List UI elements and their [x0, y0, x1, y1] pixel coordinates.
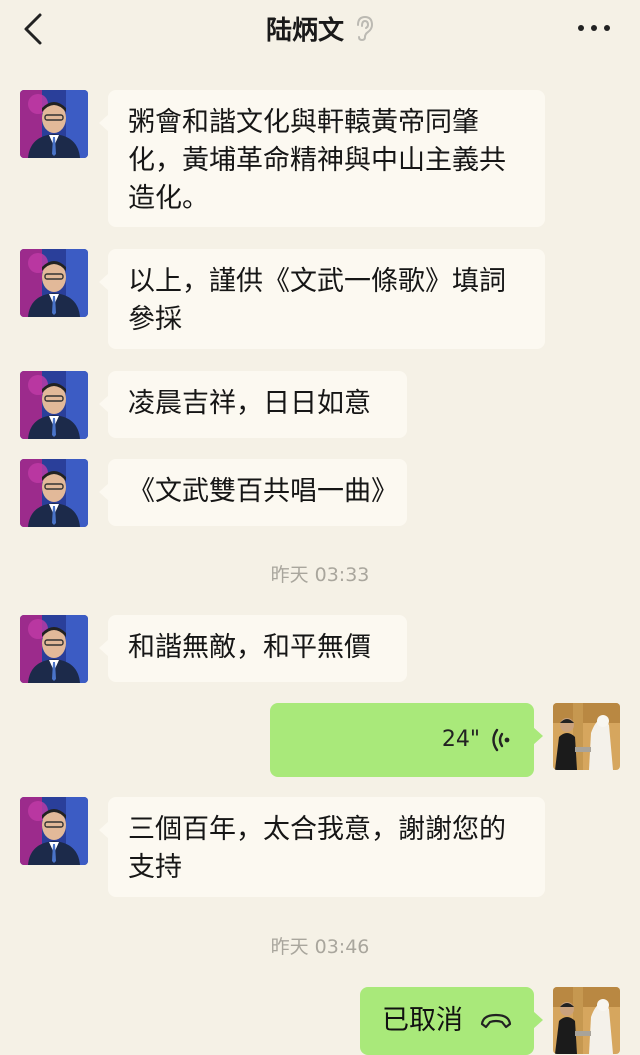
message-text: 三個百年，太合我意，謝謝您的支持: [128, 814, 506, 883]
message-text: 凌晨吉祥，日日如意: [128, 388, 371, 419]
chat-header: 陆炳文: [0, 0, 640, 62]
more-options-button[interactable]: [576, 18, 612, 38]
message-bubble[interactable]: 《文武雙百共唱一曲》: [99, 459, 407, 526]
call-message-content: 已取消: [382, 987, 513, 1055]
contact-avatar[interactable]: [20, 249, 88, 317]
message-bubble[interactable]: 凌晨吉祥，日日如意: [99, 371, 407, 438]
voice-message-content: 24": [442, 703, 512, 777]
message-text: 粥會和諧文化與軒轅黃帝同肇化，黃埔革命精神與中山主義共造化。: [128, 107, 506, 214]
voice-duration: 24": [441, 727, 480, 752]
message-text: 和諧無敵，和平無價: [128, 632, 371, 663]
call-status-text: 已取消: [382, 1005, 463, 1036]
my-avatar[interactable]: [553, 987, 620, 1054]
timestamp: 昨天 03:33: [270, 564, 370, 586]
message-bubble[interactable]: 以上，謹供《文武一條歌》填詞參採: [99, 249, 545, 349]
voice-wave-icon: [492, 728, 510, 752]
message-text: 以上，謹供《文武一條歌》填詞參採: [128, 266, 506, 335]
chat-title: 陆炳文: [265, 15, 344, 46]
ear-icon: [357, 15, 374, 41]
message-bubble[interactable]: 和諧無敵，和平無價: [99, 615, 407, 682]
call-message-bubble[interactable]: 已取消: [360, 987, 543, 1055]
contact-avatar[interactable]: [20, 459, 88, 527]
message-bubble[interactable]: 粥會和諧文化與軒轅黃帝同肇化，黃埔革命精神與中山主義共造化。: [99, 90, 545, 227]
contact-avatar[interactable]: [20, 371, 88, 439]
contact-avatar[interactable]: [20, 90, 88, 158]
voice-message-bubble[interactable]: 24": [270, 703, 543, 777]
title-group: 陆炳文: [0, 10, 640, 46]
message-text: 《文武雙百共唱一曲》: [128, 476, 398, 507]
phone-hangup-icon: [480, 1013, 512, 1029]
contact-avatar[interactable]: [20, 615, 88, 683]
more-dots-icon: [578, 25, 610, 31]
my-avatar[interactable]: [553, 703, 620, 770]
contact-avatar[interactable]: [20, 797, 88, 865]
message-bubble[interactable]: 三個百年，太合我意，謝謝您的支持: [99, 797, 545, 897]
timestamp: 昨天 03:46: [270, 936, 370, 958]
